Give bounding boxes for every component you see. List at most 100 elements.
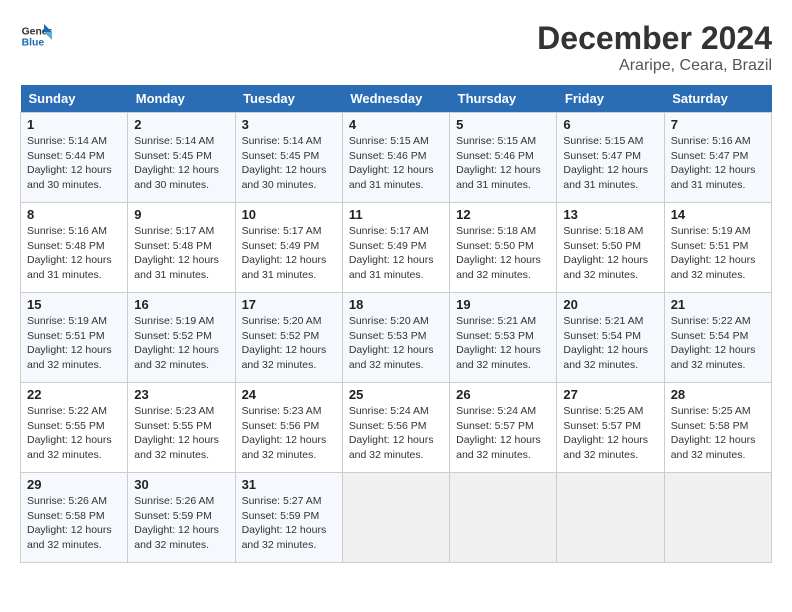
day-info: Sunrise: 5:15 AM Sunset: 5:47 PM Dayligh… bbox=[563, 134, 657, 193]
day-number: 3 bbox=[242, 117, 336, 132]
day-number: 13 bbox=[563, 207, 657, 222]
calendar-cell: 8 Sunrise: 5:16 AM Sunset: 5:48 PM Dayli… bbox=[21, 203, 128, 293]
day-info: Sunrise: 5:24 AM Sunset: 5:56 PM Dayligh… bbox=[349, 404, 443, 463]
day-info: Sunrise: 5:16 AM Sunset: 5:47 PM Dayligh… bbox=[671, 134, 765, 193]
weekday-header: Saturday bbox=[664, 85, 771, 113]
month-title: December 2024 bbox=[537, 20, 772, 57]
weekday-header: Wednesday bbox=[342, 85, 449, 113]
day-info: Sunrise: 5:17 AM Sunset: 5:48 PM Dayligh… bbox=[134, 224, 228, 283]
calendar-cell: 30 Sunrise: 5:26 AM Sunset: 5:59 PM Dayl… bbox=[128, 473, 235, 563]
day-number: 23 bbox=[134, 387, 228, 402]
day-number: 18 bbox=[349, 297, 443, 312]
calendar-cell: 22 Sunrise: 5:22 AM Sunset: 5:55 PM Dayl… bbox=[21, 383, 128, 473]
calendar-row: 29 Sunrise: 5:26 AM Sunset: 5:58 PM Dayl… bbox=[21, 473, 772, 563]
calendar-cell: 14 Sunrise: 5:19 AM Sunset: 5:51 PM Dayl… bbox=[664, 203, 771, 293]
day-info: Sunrise: 5:26 AM Sunset: 5:59 PM Dayligh… bbox=[134, 494, 228, 553]
calendar-cell bbox=[450, 473, 557, 563]
calendar-cell: 9 Sunrise: 5:17 AM Sunset: 5:48 PM Dayli… bbox=[128, 203, 235, 293]
calendar-cell: 12 Sunrise: 5:18 AM Sunset: 5:50 PM Dayl… bbox=[450, 203, 557, 293]
day-info: Sunrise: 5:19 AM Sunset: 5:51 PM Dayligh… bbox=[671, 224, 765, 283]
calendar-cell: 6 Sunrise: 5:15 AM Sunset: 5:47 PM Dayli… bbox=[557, 113, 664, 203]
day-info: Sunrise: 5:17 AM Sunset: 5:49 PM Dayligh… bbox=[242, 224, 336, 283]
calendar-cell: 18 Sunrise: 5:20 AM Sunset: 5:53 PM Dayl… bbox=[342, 293, 449, 383]
calendar-cell: 1 Sunrise: 5:14 AM Sunset: 5:44 PM Dayli… bbox=[21, 113, 128, 203]
calendar-cell: 20 Sunrise: 5:21 AM Sunset: 5:54 PM Dayl… bbox=[557, 293, 664, 383]
calendar-cell bbox=[557, 473, 664, 563]
day-info: Sunrise: 5:22 AM Sunset: 5:55 PM Dayligh… bbox=[27, 404, 121, 463]
calendar-cell: 19 Sunrise: 5:21 AM Sunset: 5:53 PM Dayl… bbox=[450, 293, 557, 383]
logo: General Blue bbox=[20, 20, 52, 52]
title-block: December 2024 Araripe, Ceara, Brazil bbox=[537, 20, 772, 75]
logo-icon: General Blue bbox=[20, 20, 52, 52]
day-number: 19 bbox=[456, 297, 550, 312]
day-number: 28 bbox=[671, 387, 765, 402]
svg-text:Blue: Blue bbox=[22, 38, 45, 49]
day-info: Sunrise: 5:27 AM Sunset: 5:59 PM Dayligh… bbox=[242, 494, 336, 553]
day-info: Sunrise: 5:20 AM Sunset: 5:52 PM Dayligh… bbox=[242, 314, 336, 373]
day-number: 17 bbox=[242, 297, 336, 312]
calendar-cell: 21 Sunrise: 5:22 AM Sunset: 5:54 PM Dayl… bbox=[664, 293, 771, 383]
calendar-cell: 11 Sunrise: 5:17 AM Sunset: 5:49 PM Dayl… bbox=[342, 203, 449, 293]
calendar-cell bbox=[664, 473, 771, 563]
day-info: Sunrise: 5:16 AM Sunset: 5:48 PM Dayligh… bbox=[27, 224, 121, 283]
day-number: 16 bbox=[134, 297, 228, 312]
calendar-cell: 7 Sunrise: 5:16 AM Sunset: 5:47 PM Dayli… bbox=[664, 113, 771, 203]
calendar-cell: 16 Sunrise: 5:19 AM Sunset: 5:52 PM Dayl… bbox=[128, 293, 235, 383]
calendar-cell: 31 Sunrise: 5:27 AM Sunset: 5:59 PM Dayl… bbox=[235, 473, 342, 563]
calendar-row: 1 Sunrise: 5:14 AM Sunset: 5:44 PM Dayli… bbox=[21, 113, 772, 203]
calendar-cell: 10 Sunrise: 5:17 AM Sunset: 5:49 PM Dayl… bbox=[235, 203, 342, 293]
day-info: Sunrise: 5:14 AM Sunset: 5:44 PM Dayligh… bbox=[27, 134, 121, 193]
calendar-cell: 26 Sunrise: 5:24 AM Sunset: 5:57 PM Dayl… bbox=[450, 383, 557, 473]
calendar-cell bbox=[342, 473, 449, 563]
day-number: 7 bbox=[671, 117, 765, 132]
location: Araripe, Ceara, Brazil bbox=[537, 57, 772, 75]
calendar-row: 8 Sunrise: 5:16 AM Sunset: 5:48 PM Dayli… bbox=[21, 203, 772, 293]
weekday-header: Tuesday bbox=[235, 85, 342, 113]
day-info: Sunrise: 5:17 AM Sunset: 5:49 PM Dayligh… bbox=[349, 224, 443, 283]
day-info: Sunrise: 5:21 AM Sunset: 5:53 PM Dayligh… bbox=[456, 314, 550, 373]
day-number: 31 bbox=[242, 477, 336, 492]
day-number: 12 bbox=[456, 207, 550, 222]
calendar-cell: 29 Sunrise: 5:26 AM Sunset: 5:58 PM Dayl… bbox=[21, 473, 128, 563]
day-number: 27 bbox=[563, 387, 657, 402]
day-info: Sunrise: 5:18 AM Sunset: 5:50 PM Dayligh… bbox=[563, 224, 657, 283]
day-info: Sunrise: 5:26 AM Sunset: 5:58 PM Dayligh… bbox=[27, 494, 121, 553]
calendar-table: SundayMondayTuesdayWednesdayThursdayFrid… bbox=[20, 85, 772, 563]
calendar-cell: 4 Sunrise: 5:15 AM Sunset: 5:46 PM Dayli… bbox=[342, 113, 449, 203]
weekday-header-row: SundayMondayTuesdayWednesdayThursdayFrid… bbox=[21, 85, 772, 113]
day-number: 15 bbox=[27, 297, 121, 312]
day-info: Sunrise: 5:21 AM Sunset: 5:54 PM Dayligh… bbox=[563, 314, 657, 373]
day-info: Sunrise: 5:15 AM Sunset: 5:46 PM Dayligh… bbox=[349, 134, 443, 193]
day-number: 9 bbox=[134, 207, 228, 222]
day-info: Sunrise: 5:18 AM Sunset: 5:50 PM Dayligh… bbox=[456, 224, 550, 283]
weekday-header: Monday bbox=[128, 85, 235, 113]
calendar-cell: 17 Sunrise: 5:20 AM Sunset: 5:52 PM Dayl… bbox=[235, 293, 342, 383]
day-info: Sunrise: 5:15 AM Sunset: 5:46 PM Dayligh… bbox=[456, 134, 550, 193]
calendar-row: 22 Sunrise: 5:22 AM Sunset: 5:55 PM Dayl… bbox=[21, 383, 772, 473]
day-number: 2 bbox=[134, 117, 228, 132]
day-number: 1 bbox=[27, 117, 121, 132]
day-number: 24 bbox=[242, 387, 336, 402]
weekday-header: Sunday bbox=[21, 85, 128, 113]
calendar-row: 15 Sunrise: 5:19 AM Sunset: 5:51 PM Dayl… bbox=[21, 293, 772, 383]
day-number: 25 bbox=[349, 387, 443, 402]
calendar-cell: 27 Sunrise: 5:25 AM Sunset: 5:57 PM Dayl… bbox=[557, 383, 664, 473]
calendar-cell: 3 Sunrise: 5:14 AM Sunset: 5:45 PM Dayli… bbox=[235, 113, 342, 203]
day-number: 6 bbox=[563, 117, 657, 132]
calendar-cell: 28 Sunrise: 5:25 AM Sunset: 5:58 PM Dayl… bbox=[664, 383, 771, 473]
day-number: 4 bbox=[349, 117, 443, 132]
day-info: Sunrise: 5:23 AM Sunset: 5:55 PM Dayligh… bbox=[134, 404, 228, 463]
day-number: 21 bbox=[671, 297, 765, 312]
day-number: 5 bbox=[456, 117, 550, 132]
calendar-cell: 25 Sunrise: 5:24 AM Sunset: 5:56 PM Dayl… bbox=[342, 383, 449, 473]
day-info: Sunrise: 5:25 AM Sunset: 5:57 PM Dayligh… bbox=[563, 404, 657, 463]
day-info: Sunrise: 5:20 AM Sunset: 5:53 PM Dayligh… bbox=[349, 314, 443, 373]
day-info: Sunrise: 5:24 AM Sunset: 5:57 PM Dayligh… bbox=[456, 404, 550, 463]
day-info: Sunrise: 5:14 AM Sunset: 5:45 PM Dayligh… bbox=[134, 134, 228, 193]
calendar-cell: 5 Sunrise: 5:15 AM Sunset: 5:46 PM Dayli… bbox=[450, 113, 557, 203]
calendar-cell: 15 Sunrise: 5:19 AM Sunset: 5:51 PM Dayl… bbox=[21, 293, 128, 383]
day-info: Sunrise: 5:25 AM Sunset: 5:58 PM Dayligh… bbox=[671, 404, 765, 463]
weekday-header: Thursday bbox=[450, 85, 557, 113]
day-number: 8 bbox=[27, 207, 121, 222]
day-number: 29 bbox=[27, 477, 121, 492]
